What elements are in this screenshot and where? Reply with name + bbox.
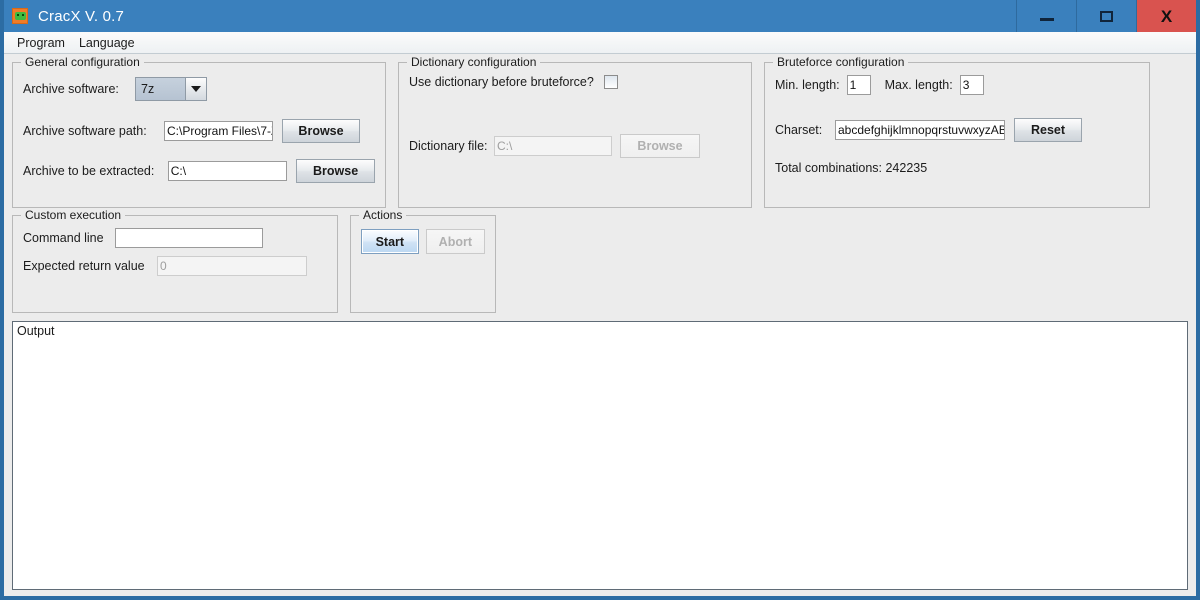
charset-reset-button[interactable]: Reset (1014, 118, 1082, 142)
custom-execution-legend: Custom execution (21, 208, 126, 222)
maximize-icon (1100, 10, 1113, 22)
maximize-button[interactable] (1076, 0, 1136, 32)
main-content: General configuration Archive software: … (4, 54, 1196, 596)
use-dictionary-checkbox[interactable] (603, 75, 618, 89)
menu-item-program[interactable]: Program (10, 34, 72, 52)
expected-return-label: Expected return value (23, 259, 145, 273)
archive-software-path-browse-button[interactable]: Browse (282, 119, 360, 143)
close-icon: X (1160, 6, 1173, 26)
archive-to-extract-row: Archive to be extracted: C:\ Browse (23, 159, 375, 183)
command-line-label: Command line (23, 231, 104, 245)
charset-input[interactable]: abcdefghijklmnopqrstuvwxyzAB (835, 120, 1005, 140)
archive-to-extract-input[interactable]: C:\ (167, 161, 288, 181)
max-length-input[interactable]: 3 (959, 75, 984, 95)
total-combinations-row: Total combinations: 242235 (775, 161, 1139, 175)
bruteforce-configuration-panel: Bruteforce configuration Min. length: 1 … (764, 55, 1150, 208)
archive-software-path-row: Archive software path: C:\Program Files\… (23, 119, 375, 143)
total-combinations-label: Total combinations: 242235 (775, 161, 928, 175)
close-button[interactable]: X (1136, 0, 1196, 32)
app-robot-icon (12, 8, 28, 24)
actions-legend: Actions (359, 208, 407, 222)
menu-item-language[interactable]: Language (72, 34, 142, 52)
archive-software-path-input[interactable]: C:\Program Files\7-Z (164, 121, 273, 141)
dictionary-browse-button: Browse (620, 134, 700, 158)
output-area[interactable]: Output (12, 321, 1188, 590)
custom-execution-panel: Custom execution Command line Expected r… (12, 208, 338, 313)
archive-software-select-value: 7z (135, 77, 185, 101)
command-line-row: Command line (23, 228, 327, 248)
expected-return-input[interactable]: 0 (157, 256, 307, 276)
archive-to-extract-label: Archive to be extracted: (23, 164, 155, 178)
menu-bar: Program Language (4, 32, 1196, 54)
general-configuration-panel: General configuration Archive software: … (12, 55, 386, 208)
actions-panel: Actions Start Abort (350, 208, 496, 313)
archive-software-path-label: Archive software path: (23, 124, 147, 138)
title-bar-left: CracX V. 0.7 (4, 8, 1016, 25)
minimize-button[interactable] (1016, 0, 1076, 32)
top-panel-row: General configuration Archive software: … (12, 55, 1188, 208)
archive-to-extract-browse-button[interactable]: Browse (296, 159, 375, 183)
dictionary-file-label: Dictionary file: (409, 139, 488, 153)
archive-software-row: Archive software: 7z (23, 77, 375, 101)
general-configuration-legend: General configuration (21, 55, 144, 69)
start-button[interactable]: Start (361, 229, 419, 254)
archive-software-label: Archive software: (23, 82, 119, 96)
window-controls: X (1016, 0, 1196, 32)
window-title: CracX V. 0.7 (38, 7, 125, 25)
bottom-panel-row: Custom execution Command line Expected r… (12, 208, 1188, 313)
use-dictionary-row: Use dictionary before bruteforce? (409, 75, 741, 89)
archive-software-select[interactable]: 7z (135, 77, 207, 101)
max-length-label: Max. length: (884, 78, 953, 92)
chevron-down-icon[interactable] (185, 77, 207, 101)
dictionary-file-row: Dictionary file: C:\ Browse (409, 134, 741, 158)
charset-label: Charset: (775, 123, 823, 137)
bruteforce-configuration-legend: Bruteforce configuration (773, 55, 909, 69)
length-row: Min. length: 1 Max. length: 3 (775, 75, 1139, 95)
title-bar: CracX V. 0.7 X (4, 0, 1196, 32)
expected-return-placeholder: 0 (160, 259, 167, 273)
abort-button: Abort (425, 229, 485, 254)
min-length-input[interactable]: 1 (846, 75, 871, 95)
minimize-icon (1039, 17, 1054, 21)
command-line-input[interactable] (115, 228, 263, 248)
action-buttons-row: Start Abort (361, 229, 485, 254)
output-text: Output (17, 324, 55, 338)
dictionary-configuration-legend: Dictionary configuration (407, 55, 541, 69)
charset-row: Charset: abcdefghijklmnopqrstuvwxyzAB Re… (775, 118, 1139, 142)
min-length-label: Min. length: (775, 78, 840, 92)
dictionary-file-input[interactable]: C:\ (494, 136, 612, 156)
dictionary-file-placeholder: C:\ (497, 139, 513, 153)
expected-return-row: Expected return value 0 (23, 256, 327, 276)
dictionary-configuration-panel: Dictionary configuration Use dictionary … (398, 55, 752, 208)
use-dictionary-label: Use dictionary before bruteforce? (409, 75, 594, 89)
app-window: CracX V. 0.7 X Program Language General … (0, 0, 1200, 600)
